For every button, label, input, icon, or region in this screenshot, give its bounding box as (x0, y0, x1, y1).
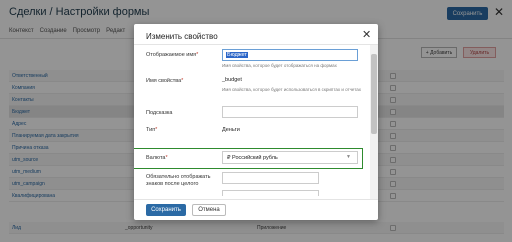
tooltip-label: Подсказка (146, 110, 173, 116)
display-name-label: Отображаемое имя* (146, 52, 199, 58)
property-name-hint: Имя свойства, которое будет использовать… (222, 87, 362, 92)
type-label: Тип* (146, 127, 158, 133)
scrollbar-thumb[interactable] (371, 54, 377, 134)
dialog-header-divider (134, 44, 378, 45)
display-name-hint: Имя свойства, которое будет отображаться… (222, 63, 337, 68)
property-name-label: Имя свойства* (146, 78, 184, 84)
cancel-button[interactable]: Отмена (192, 204, 226, 216)
tooltip-input[interactable] (222, 106, 358, 118)
edit-property-dialog: Изменить свойство ✕ Отображаемое имя* Бю… (134, 24, 378, 220)
save-button[interactable]: Сохранить (146, 204, 186, 216)
property-name-value: _budget (222, 77, 242, 83)
dialog-title: Изменить свойство (146, 32, 218, 41)
decimals-input[interactable] (222, 172, 319, 184)
currency-label: Валюта* (146, 155, 168, 161)
close-icon[interactable]: ✕ (362, 28, 371, 41)
display-name-input[interactable]: Бюджет (222, 49, 358, 61)
dialog-footer-divider (134, 199, 378, 200)
currency-select[interactable]: ₽ Российский рубль (222, 151, 358, 164)
type-value: Деньги (222, 127, 240, 133)
chevron-down-icon[interactable]: ▼ (346, 154, 351, 160)
decimals-label: Обязательно отображать знаков после цело… (146, 174, 211, 187)
next-field-input[interactable] (222, 190, 319, 196)
